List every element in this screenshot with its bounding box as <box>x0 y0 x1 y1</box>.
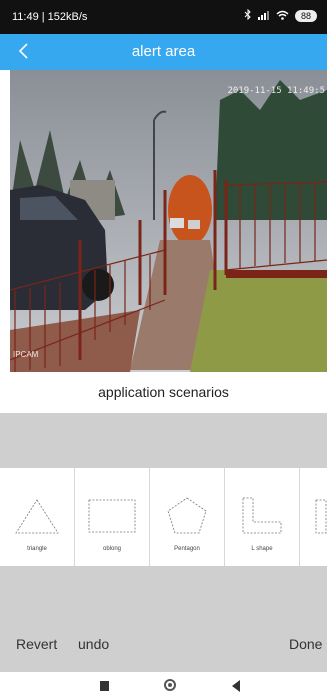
shape-label: triangle <box>27 546 47 552</box>
home-circle-icon[interactable] <box>164 679 176 691</box>
shape-option-pentagon[interactable]: Pentagon <box>150 468 225 566</box>
shape-label: L shape <box>251 546 273 552</box>
status-time-speed: 11:49 | 152kB/s <box>12 11 88 23</box>
recents-square-icon[interactable] <box>100 681 109 691</box>
l-shape-icon <box>242 497 282 534</box>
page-title: alert area <box>131 43 196 60</box>
camera-label: IPCAM <box>13 350 39 359</box>
shape-option-triangle[interactable]: triangle <box>0 468 75 566</box>
video-timestamp: 2019-11-15 11:49:5 <box>227 86 325 96</box>
shape-option-l-shape[interactable]: L shape <box>225 468 300 566</box>
triangle-icon <box>15 499 59 534</box>
back-triangle-icon[interactable] <box>232 680 240 692</box>
pentagon-icon <box>167 497 207 534</box>
camera-scene-image <box>10 70 327 372</box>
battery-icon: 88 <box>294 10 317 22</box>
bluetooth-icon <box>244 8 252 23</box>
oblong-icon <box>88 499 136 533</box>
shape-label: Pentagon <box>174 546 200 552</box>
partial-shape-icon <box>315 499 327 534</box>
shape-option-oblong[interactable]: oblong <box>75 468 150 566</box>
wifi-icon <box>276 10 289 23</box>
status-bar: 11:49 | 152kB/s 88 <box>0 0 327 34</box>
shape-selector[interactable]: triangle oblong Pentagon L shape <box>0 468 327 566</box>
system-nav-bar <box>0 672 327 699</box>
undo-button[interactable]: undo <box>78 636 109 652</box>
status-icons: 88 <box>244 8 317 23</box>
section-title: application scenarios <box>98 384 229 400</box>
title-bar: alert area <box>0 34 327 70</box>
camera-preview[interactable]: 2019-11-15 11:49:5 IPCAM <box>10 70 327 372</box>
done-button[interactable]: Done <box>289 636 322 652</box>
revert-button[interactable]: Revert <box>16 636 57 652</box>
shape-option-partial[interactable] <box>300 468 327 566</box>
shape-label: oblong <box>102 546 122 552</box>
signal-icon <box>257 10 270 23</box>
